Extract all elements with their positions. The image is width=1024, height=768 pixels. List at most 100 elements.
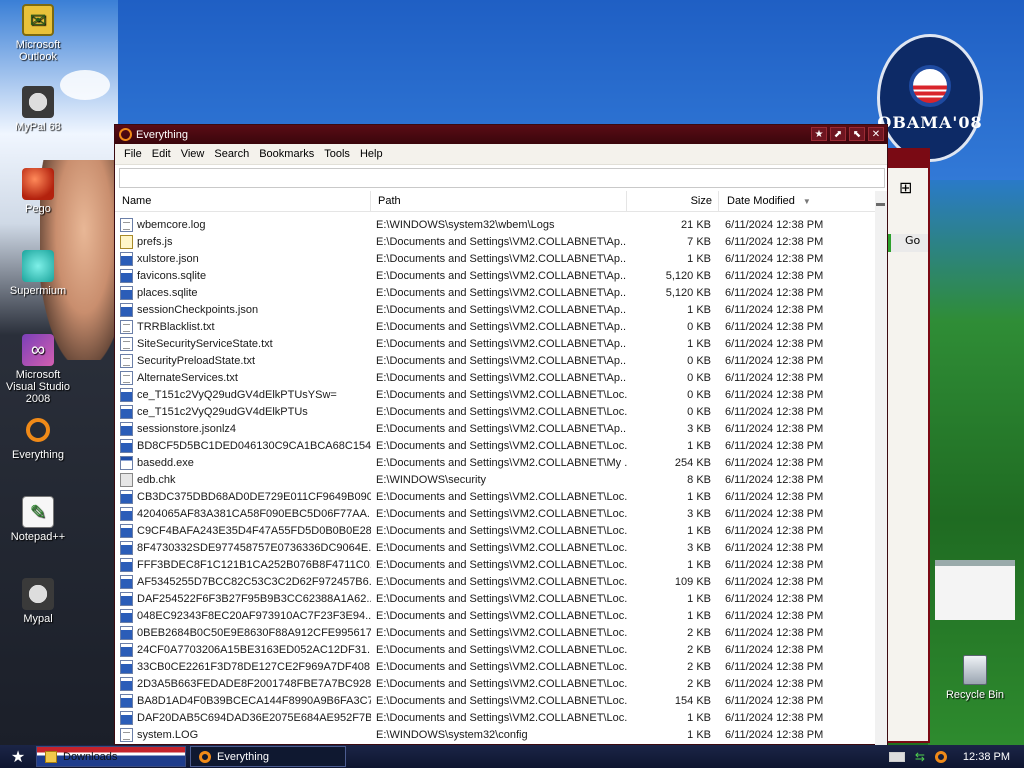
table-row[interactable]: SecurityPreloadState.txt E:\Documents and… — [115, 352, 875, 369]
cell-date: 6/11/2024 12:38 PM — [725, 490, 824, 503]
desktop-icon-label: Supermium — [9, 285, 67, 297]
column-name-header[interactable]: Name — [115, 191, 371, 211]
desktop-icon-mypal[interactable]: Mypal — [0, 578, 76, 625]
column-date-header[interactable]: Date Modified ▼ — [719, 191, 859, 211]
taskbar-button-downloads[interactable]: Downloads — [36, 746, 186, 767]
table-row[interactable]: sessionstore.jsonlz4 E:\Documents and Set… — [115, 420, 875, 437]
table-row[interactable]: 4204065AF83A381CA58F090EBC5D06F77AA... E:… — [115, 505, 875, 522]
menu-file[interactable]: File — [119, 148, 147, 160]
cell-size: 1 KB — [687, 303, 711, 316]
desktop-icon-mypal68[interactable]: MyPal 68 — [0, 86, 76, 133]
file-icon — [120, 540, 133, 555]
cell-name: ce_T151c2VyQ29udGV4dElkPTUs — [115, 404, 371, 419]
network-icon[interactable]: ⇆ — [915, 750, 925, 764]
file-name: 24CF0A7703206A15BE3163ED052AC12DF31... — [137, 643, 371, 656]
minimize-button[interactable]: ⬈ — [830, 127, 846, 141]
cell-name: SecurityPreloadState.txt — [115, 353, 371, 368]
table-row[interactable]: xulstore.json E:\Documents and Settings\V… — [115, 250, 875, 267]
clock[interactable]: 12:38 PM — [963, 751, 1010, 763]
table-row[interactable]: C9CF4BAFA243E35D4F47A55FD5D0B0B0E28... E:… — [115, 522, 875, 539]
background-window-titlebar[interactable] — [887, 148, 928, 168]
vertical-scrollbar[interactable] — [875, 191, 887, 745]
table-row[interactable]: FFF3BDEC8F1C121B1CA252B076B8F4711C0... E:… — [115, 556, 875, 573]
cell-path: E:\Documents and Settings\VM2.COLLABNET\… — [376, 405, 627, 418]
cell-name: 24CF0A7703206A15BE3163ED052AC12DF31... — [115, 642, 371, 657]
cell-size: 2 KB — [687, 643, 711, 656]
column-size-header[interactable]: Size — [627, 191, 719, 211]
table-row[interactable]: prefs.js E:\Documents and Settings\VM2.CO… — [115, 233, 875, 250]
everything-tray-icon[interactable] — [934, 750, 947, 763]
column-path-header[interactable]: Path — [371, 191, 627, 211]
table-row[interactable]: SiteSecurityServiceState.txt E:\Documents… — [115, 335, 875, 352]
table-row[interactable]: AF5345255D7BCC82C53C3C2D62F972457B6... E:… — [115, 573, 875, 590]
results-rows: wbemcore.log E:\WINDOWS\system32\wbem\Log… — [115, 216, 875, 743]
table-row[interactable]: wbemcore.log E:\WINDOWS\system32\wbem\Log… — [115, 216, 875, 233]
desktop-icon-pego[interactable]: Pego — [0, 168, 76, 215]
search-input[interactable] — [124, 171, 880, 185]
table-row[interactable]: 048EC92343F8EC20AF973910AC7F23F3E94... E:… — [115, 607, 875, 624]
menu-view[interactable]: View — [176, 148, 210, 160]
desktop-icon-notepad[interactable]: ✎ Notepad++ — [0, 496, 76, 543]
cell-date: 6/11/2024 12:38 PM — [725, 541, 824, 554]
folder-icon — [45, 750, 57, 763]
table-row[interactable]: 2D3A5B663FEDADE8F2001748FBE7A7BC928... E:… — [115, 675, 875, 692]
table-row[interactable]: DAF254522F6F3B27F95B9B3CC62388A1A62... E:… — [115, 590, 875, 607]
file-icon — [120, 727, 133, 742]
maximize-button[interactable]: ⬉ — [849, 127, 865, 141]
table-row[interactable]: 33CB0CE2261F3D78DE127CE2F969A7DF408... E:… — [115, 658, 875, 675]
table-row[interactable]: edb.chk E:\WINDOWS\security 8 KB 6/11/2024 … — [115, 471, 875, 488]
table-row[interactable]: places.sqlite E:\Documents and Settings\V… — [115, 284, 875, 301]
desktop-icon-recycle-bin[interactable]: Recycle Bin — [940, 655, 1010, 701]
table-row[interactable]: 24CF0A7703206A15BE3163ED052AC12DF31... E:… — [115, 641, 875, 658]
file-name: AF5345255D7BCC82C53C3C2D62F972457B6... — [137, 575, 371, 588]
table-row[interactable]: BA8D1AD4F0B39BCECA144F8990A9B6FA3C7... E:… — [115, 692, 875, 709]
file-name: SecurityPreloadState.txt — [137, 354, 256, 367]
menu-search[interactable]: Search — [209, 148, 254, 160]
start-button[interactable]: ★ — [0, 745, 36, 768]
file-name: AlternateServices.txt — [137, 371, 238, 384]
table-row[interactable]: basedd.exe E:\Documents and Settings\VM2.… — [115, 454, 875, 471]
cell-date: 6/11/2024 12:38 PM — [725, 252, 824, 265]
scrollbar-thumb[interactable] — [876, 203, 885, 206]
table-row[interactable]: TRRBlacklist.txt E:\Documents and Setting… — [115, 318, 875, 335]
menu-tools[interactable]: Tools — [319, 148, 355, 160]
cell-date: 6/11/2024 12:38 PM — [725, 388, 824, 401]
desktop-icon-everything[interactable]: Everything — [0, 414, 76, 461]
file-icon — [120, 523, 133, 538]
table-row[interactable]: CB3DC375DBD68AD0DE729E011CF9649B090... E:… — [115, 488, 875, 505]
table-row[interactable]: 0BEB2684B0C50E9E8630F88A912CFE995617... E… — [115, 624, 875, 641]
pin-button[interactable]: ★ — [811, 127, 827, 141]
go-button[interactable]: Go — [887, 234, 928, 252]
table-row[interactable]: sessionCheckpoints.json E:\Documents and … — [115, 301, 875, 318]
table-row[interactable]: system.LOG E:\WINDOWS\system32\config 1 KB… — [115, 726, 875, 743]
desktop-icon-label: Microsoft Visual Studio 2008 — [5, 369, 70, 405]
keyboard-icon[interactable] — [888, 751, 905, 762]
table-row[interactable]: ce_T151c2VyQ29udGV4dElkPTUsYSw= E:\Docume… — [115, 386, 875, 403]
taskbar-button-everything[interactable]: Everything — [190, 746, 346, 767]
menu-edit[interactable]: Edit — [147, 148, 176, 160]
table-row[interactable]: BD8CF5D5BC1DED046130C9CA1BCA68C154... E:\… — [115, 437, 875, 454]
table-row[interactable]: DAF20DAB5C694DAD36E2075E684AE952F7B... E:… — [115, 709, 875, 726]
recycle-bin-icon — [963, 655, 987, 685]
table-row[interactable]: favicons.sqlite E:\Documents and Settings… — [115, 267, 875, 284]
table-row[interactable]: 8F4730332SDE977458757E0736336DC9064E... E… — [115, 539, 875, 556]
cell-date: 6/11/2024 12:38 PM — [725, 456, 824, 469]
desktop-icon-outlook[interactable]: ✉ Microsoft Outlook — [0, 4, 76, 63]
column-label: Path — [378, 195, 401, 207]
table-row[interactable]: AlternateServices.txt E:\Documents and Se… — [115, 369, 875, 386]
cell-date: 6/11/2024 12:38 PM — [725, 507, 824, 520]
window-titlebar[interactable]: Everything ★ ⬈ ⬉ ✕ — [115, 125, 887, 144]
desktop-icon-visual-studio[interactable]: ∞ Microsoft Visual Studio 2008 — [0, 334, 76, 405]
cell-date: 6/11/2024 12:38 PM — [725, 371, 824, 384]
cell-size: 1 KB — [687, 490, 711, 503]
table-row[interactable]: ce_T151c2VyQ29udGV4dElkPTUs E:\Documents … — [115, 403, 875, 420]
close-button[interactable]: ✕ — [868, 127, 884, 141]
cell-name: AlternateServices.txt — [115, 370, 371, 385]
desktop-icon-supermium[interactable]: Supermium — [0, 250, 76, 297]
cell-size: 0 KB — [687, 388, 711, 401]
menu-bookmarks[interactable]: Bookmarks — [254, 148, 319, 160]
menu-help[interactable]: Help — [355, 148, 388, 160]
file-icon — [120, 336, 133, 351]
background-window[interactable]: ⊞ Go — [885, 148, 930, 743]
cell-name: sessionCheckpoints.json — [115, 302, 371, 317]
